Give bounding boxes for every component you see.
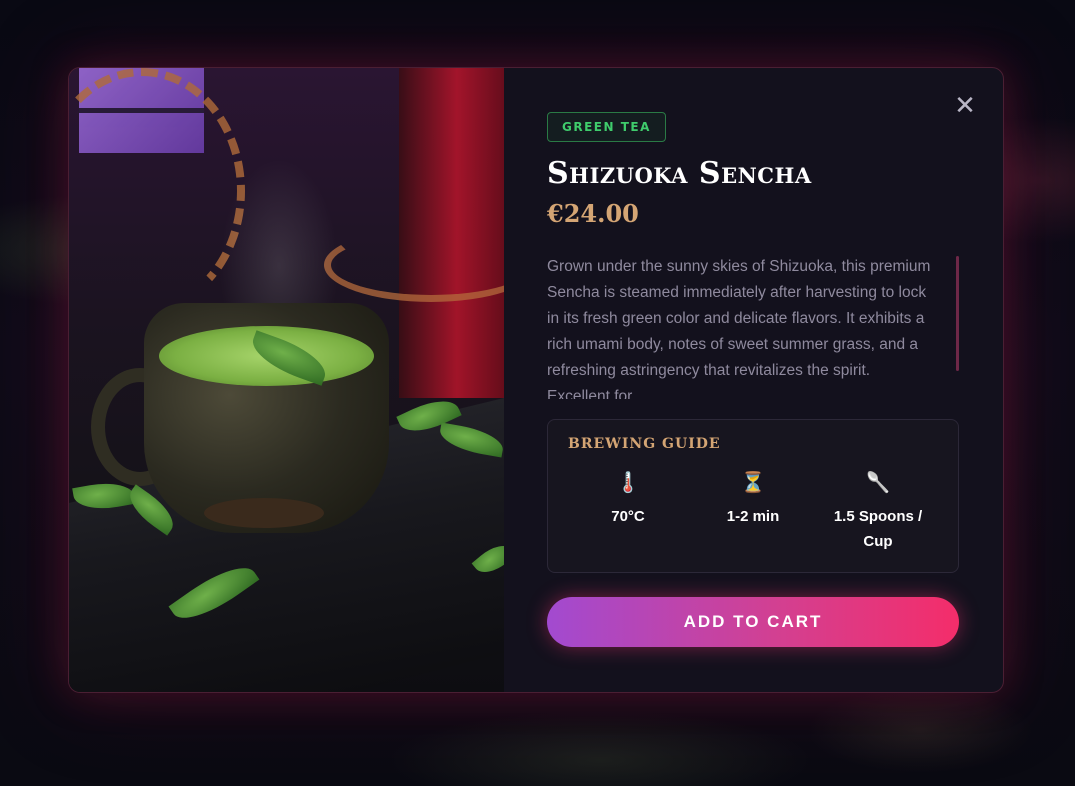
product-details: ✕ GREEN TEA Shizuoka Sencha €24.00 Grown…	[504, 68, 1003, 692]
category-badge: GREEN TEA	[547, 112, 666, 142]
thermometer-icon: 🌡️	[615, 470, 641, 494]
product-title: Shizuoka Sencha	[547, 156, 812, 191]
add-to-cart-button[interactable]: ADD TO CART	[547, 597, 959, 647]
product-modal: ✕ GREEN TEA Shizuoka Sencha €24.00 Grown…	[68, 67, 1004, 693]
description-scrollbar[interactable]	[956, 256, 959, 371]
hourglass-icon: ⏳	[740, 470, 766, 494]
time-value: 1-2 min	[726, 508, 780, 525]
close-icon[interactable]: ✕	[951, 92, 979, 120]
brewing-guide: BREWING GUIDE 🌡️ 70°C ⏳ 1-2 min 🥄 1.5 Sp…	[547, 419, 959, 573]
brewing-guide-title: BREWING GUIDE	[568, 436, 721, 452]
spoon-icon: 🥄	[865, 470, 891, 494]
amount-value: 1.5 Spoons / Cup	[833, 508, 923, 550]
brew-amount: 🥄 1.5 Spoons / Cup	[818, 470, 938, 554]
product-image	[69, 68, 504, 692]
brew-time: ⏳ 1-2 min	[693, 470, 813, 554]
brew-temperature: 🌡️ 70°C	[568, 470, 688, 554]
product-description: Grown under the sunny skies of Shizuoka,…	[547, 258, 931, 399]
product-price: €24.00	[547, 199, 639, 228]
temperature-value: 70°C	[611, 508, 645, 525]
description-scroll-area[interactable]: Grown under the sunny skies of Shizuoka,…	[547, 254, 959, 399]
